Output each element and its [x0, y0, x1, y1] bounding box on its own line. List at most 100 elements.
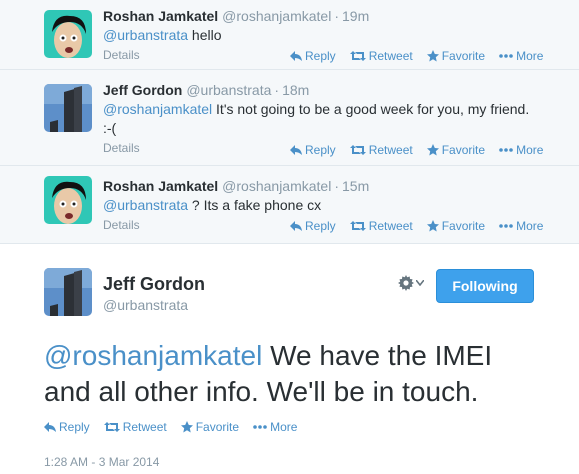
- username[interactable]: @urbanstrata: [186, 82, 271, 98]
- tweet-body: hello: [188, 27, 222, 43]
- main-tweet-actions: Reply Retweet Favorite More: [44, 420, 297, 434]
- main-avatar[interactable]: [44, 268, 92, 316]
- retweet-icon: [349, 221, 366, 231]
- more-dots-icon: [499, 148, 513, 152]
- star-icon: [426, 50, 439, 62]
- tweet-actions: Reply Retweet Favorite More: [290, 49, 543, 63]
- username[interactable]: @roshanjamkatel: [222, 178, 331, 194]
- retweet-label: Retweet: [368, 143, 413, 157]
- separator: ·: [274, 82, 280, 98]
- star-icon: [426, 220, 439, 232]
- retweet-label: Retweet: [368, 49, 413, 63]
- star-icon: [180, 421, 193, 433]
- following-button[interactable]: Following: [436, 269, 534, 303]
- tweet-header: Roshan Jamkatel @roshanjamkatel · 19m: [103, 8, 369, 24]
- user-actions-dropdown[interactable]: [398, 275, 424, 291]
- favorite-button[interactable]: Favorite: [426, 219, 486, 233]
- favorite-label: Favorite: [441, 49, 486, 63]
- reply-icon: [290, 221, 302, 231]
- star-icon: [426, 144, 439, 156]
- favorite-button[interactable]: Favorite: [180, 420, 240, 434]
- more-button[interactable]: More: [499, 219, 543, 233]
- main-username[interactable]: @urbanstrata: [103, 297, 188, 313]
- retweet-icon: [349, 51, 366, 61]
- favorite-label: Favorite: [441, 219, 486, 233]
- mention-link[interactable]: @roshanjamkatel: [103, 101, 212, 117]
- reply-tweet-1: Roshan Jamkatel @roshanjamkatel · 19m @urba…: [0, 0, 579, 70]
- main-mention-link[interactable]: @roshanjamkatel: [44, 340, 262, 371]
- more-dots-icon: [499, 224, 513, 228]
- retweet-button[interactable]: Retweet: [103, 420, 167, 434]
- reply-button[interactable]: Reply: [290, 49, 336, 63]
- details-link[interactable]: Details: [103, 141, 140, 155]
- more-button[interactable]: More: [253, 420, 297, 434]
- fullname[interactable]: Jeff Gordon: [103, 82, 182, 98]
- tweet-text: @urbanstrata hello: [103, 26, 543, 45]
- reply-tweet-3: Roshan Jamkatel @roshanjamkatel · 15m @urba…: [0, 166, 579, 244]
- reply-icon: [290, 51, 302, 61]
- reply-icon: [44, 422, 56, 432]
- avatar[interactable]: [44, 176, 92, 224]
- retweet-button[interactable]: Retweet: [349, 219, 413, 233]
- avatar[interactable]: [44, 10, 92, 58]
- retweet-icon: [349, 145, 366, 155]
- timestamp[interactable]: 18m: [282, 82, 309, 98]
- chevron-down-icon: [416, 280, 424, 286]
- retweet-label: Retweet: [368, 219, 413, 233]
- separator: ·: [334, 178, 339, 194]
- reply-button[interactable]: Reply: [290, 143, 336, 157]
- separator: ·: [334, 8, 339, 24]
- main-tweet-header: Jeff Gordon: [103, 274, 205, 295]
- tweet-text: @urbanstrata ? Its a fake phone cx: [103, 196, 543, 215]
- reply-button[interactable]: Reply: [44, 420, 90, 434]
- more-dots-icon: [499, 54, 513, 58]
- more-button[interactable]: More: [499, 143, 543, 157]
- more-label: More: [516, 143, 544, 157]
- reply-label: Reply: [305, 143, 336, 157]
- tweet-header: Jeff Gordon @urbanstrata · 18m: [103, 82, 309, 98]
- mention-link[interactable]: @urbanstrata: [103, 27, 188, 43]
- more-dots-icon: [253, 425, 267, 429]
- reply-icon: [290, 145, 302, 155]
- tweet-text: @roshanjamkatel It's not going to be a g…: [103, 100, 543, 138]
- reply-label: Reply: [59, 420, 90, 434]
- username[interactable]: @roshanjamkatel: [222, 8, 331, 24]
- tweet-header: Roshan Jamkatel @roshanjamkatel · 15m: [103, 178, 369, 194]
- tweet-body: ? Its a fake phone cx: [188, 197, 322, 213]
- gear-icon: [398, 275, 414, 291]
- details-link[interactable]: Details: [103, 218, 140, 232]
- avatar[interactable]: [44, 84, 92, 132]
- retweet-icon: [103, 422, 120, 432]
- reply-tweet-2: Jeff Gordon @urbanstrata · 18m @roshanjamka…: [0, 70, 579, 166]
- timestamp[interactable]: 19m: [342, 8, 369, 24]
- main-tweet-timestamp[interactable]: 1:28 AM - 3 Mar 2014: [44, 455, 159, 469]
- tweet-body-line2: :-(: [103, 120, 117, 136]
- tweet-actions: Reply Retweet Favorite More: [290, 219, 543, 233]
- favorite-button[interactable]: Favorite: [426, 143, 486, 157]
- more-label: More: [516, 219, 544, 233]
- tweet-actions: Reply Retweet Favorite More: [290, 143, 543, 157]
- retweet-button[interactable]: Retweet: [349, 143, 413, 157]
- tweet-body: It's not going to be a good week for you…: [212, 101, 530, 117]
- timestamp[interactable]: 15m: [342, 178, 369, 194]
- main-tweet-text: @roshanjamkatel We have the IMEI and all…: [44, 338, 554, 410]
- reply-label: Reply: [305, 219, 336, 233]
- more-label: More: [270, 420, 298, 434]
- more-button[interactable]: More: [499, 49, 543, 63]
- retweet-button[interactable]: Retweet: [349, 49, 413, 63]
- retweet-label: Retweet: [122, 420, 167, 434]
- main-fullname[interactable]: Jeff Gordon: [103, 274, 205, 294]
- mention-link[interactable]: @urbanstrata: [103, 197, 188, 213]
- favorite-label: Favorite: [441, 143, 486, 157]
- main-tweet: Jeff Gordon @urbanstrata Following @rosh…: [0, 244, 579, 474]
- fullname[interactable]: Roshan Jamkatel: [103, 178, 218, 194]
- reply-button[interactable]: Reply: [290, 219, 336, 233]
- main-tweet-body-line2: and all other info. We'll be in touch.: [44, 376, 479, 407]
- more-label: More: [516, 49, 544, 63]
- details-link[interactable]: Details: [103, 48, 140, 62]
- favorite-label: Favorite: [195, 420, 240, 434]
- favorite-button[interactable]: Favorite: [426, 49, 486, 63]
- main-tweet-body-line1: We have the IMEI: [262, 340, 493, 371]
- fullname[interactable]: Roshan Jamkatel: [103, 8, 218, 24]
- reply-label: Reply: [305, 49, 336, 63]
